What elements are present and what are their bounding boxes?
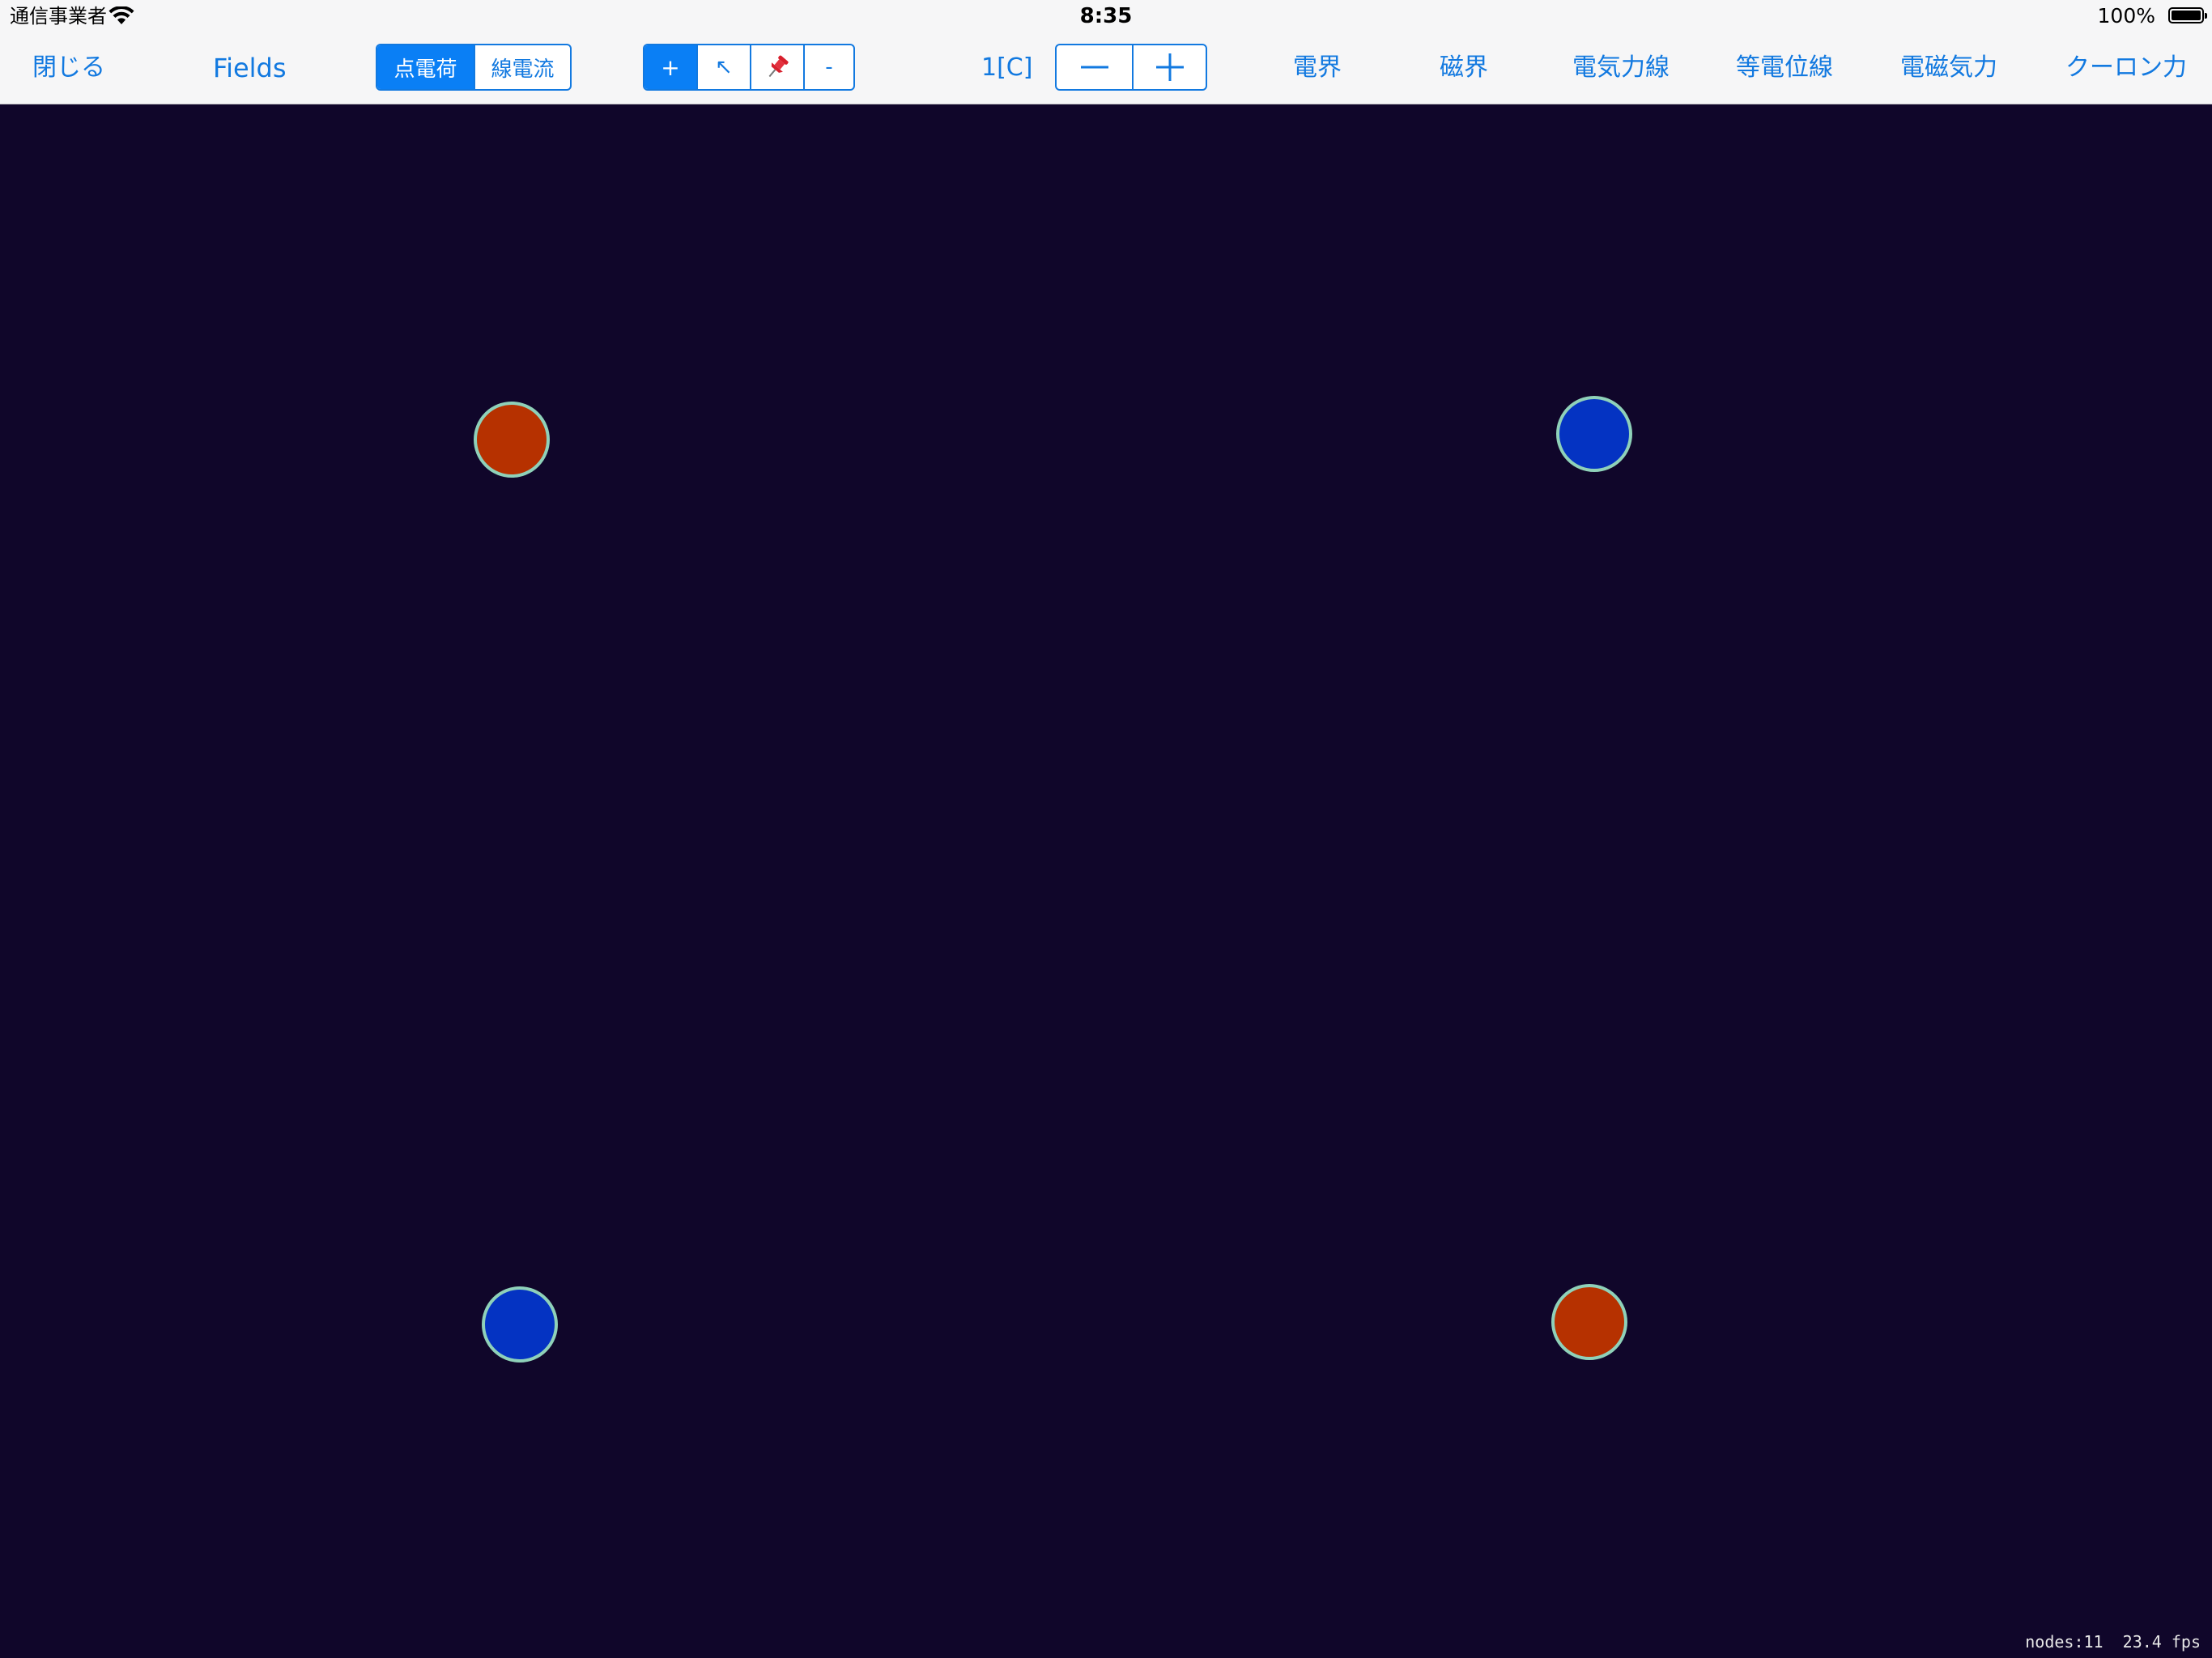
status-bar: 通信事業者 8:35 100% bbox=[0, 0, 2212, 32]
magnetic-field-toggle[interactable]: 磁界 bbox=[1440, 32, 1488, 104]
minus-icon bbox=[1080, 66, 1108, 69]
coulomb-force-toggle[interactable]: クーロン力 bbox=[2065, 32, 2187, 104]
tool-segmented-control: + ↖ - bbox=[643, 44, 855, 91]
negative-charge[interactable] bbox=[482, 1286, 558, 1363]
electric-field-toggle[interactable]: 電界 bbox=[1293, 32, 1342, 104]
toolbar: 閉じる Fields 点電荷 線電流 + ↖ - 1[C] 電界 磁界 電気力線… bbox=[0, 32, 2212, 104]
equipotential-lines-toggle[interactable]: 等電位線 bbox=[1736, 32, 1833, 104]
electromagnetic-force-toggle[interactable]: 電磁気力 bbox=[1900, 32, 1997, 104]
plus-icon bbox=[1155, 53, 1184, 81]
add-tool-button[interactable]: + bbox=[644, 45, 696, 89]
pushpin-icon bbox=[768, 55, 789, 78]
battery-percentage: 100% bbox=[2097, 4, 2155, 28]
remove-tool-button[interactable]: - bbox=[803, 45, 853, 89]
performance-stats: nodes:11 23.4 fps bbox=[2025, 1632, 2201, 1652]
select-tool-button[interactable]: ↖ bbox=[696, 45, 750, 89]
positive-charge[interactable] bbox=[474, 402, 550, 478]
source-type-segmented-control: 点電荷 線電流 bbox=[376, 44, 572, 91]
field-lines-toggle[interactable]: 電気力線 bbox=[1572, 32, 1670, 104]
point-charge-segment[interactable]: 点電荷 bbox=[377, 45, 474, 89]
charge-value-label: 1[C] bbox=[981, 53, 1033, 82]
increase-button[interactable] bbox=[1132, 45, 1206, 89]
fps-counter: 23.4 fps bbox=[2122, 1632, 2201, 1652]
close-button[interactable]: 閉じる bbox=[32, 32, 105, 104]
charge-stepper bbox=[1055, 44, 1207, 91]
simulation-canvas[interactable]: nodes:11 23.4 fps bbox=[0, 104, 2212, 1658]
pin-tool-button[interactable] bbox=[750, 45, 803, 89]
node-count: nodes:11 bbox=[2025, 1632, 2104, 1652]
decrease-button[interactable] bbox=[1057, 45, 1132, 89]
positive-charge[interactable] bbox=[1551, 1284, 1627, 1360]
clock: 8:35 bbox=[1079, 4, 1133, 28]
line-current-segment[interactable]: 線電流 bbox=[474, 45, 570, 89]
negative-charge[interactable] bbox=[1556, 396, 1632, 472]
fields-button[interactable]: Fields bbox=[213, 32, 287, 104]
battery-icon bbox=[2168, 7, 2207, 23]
